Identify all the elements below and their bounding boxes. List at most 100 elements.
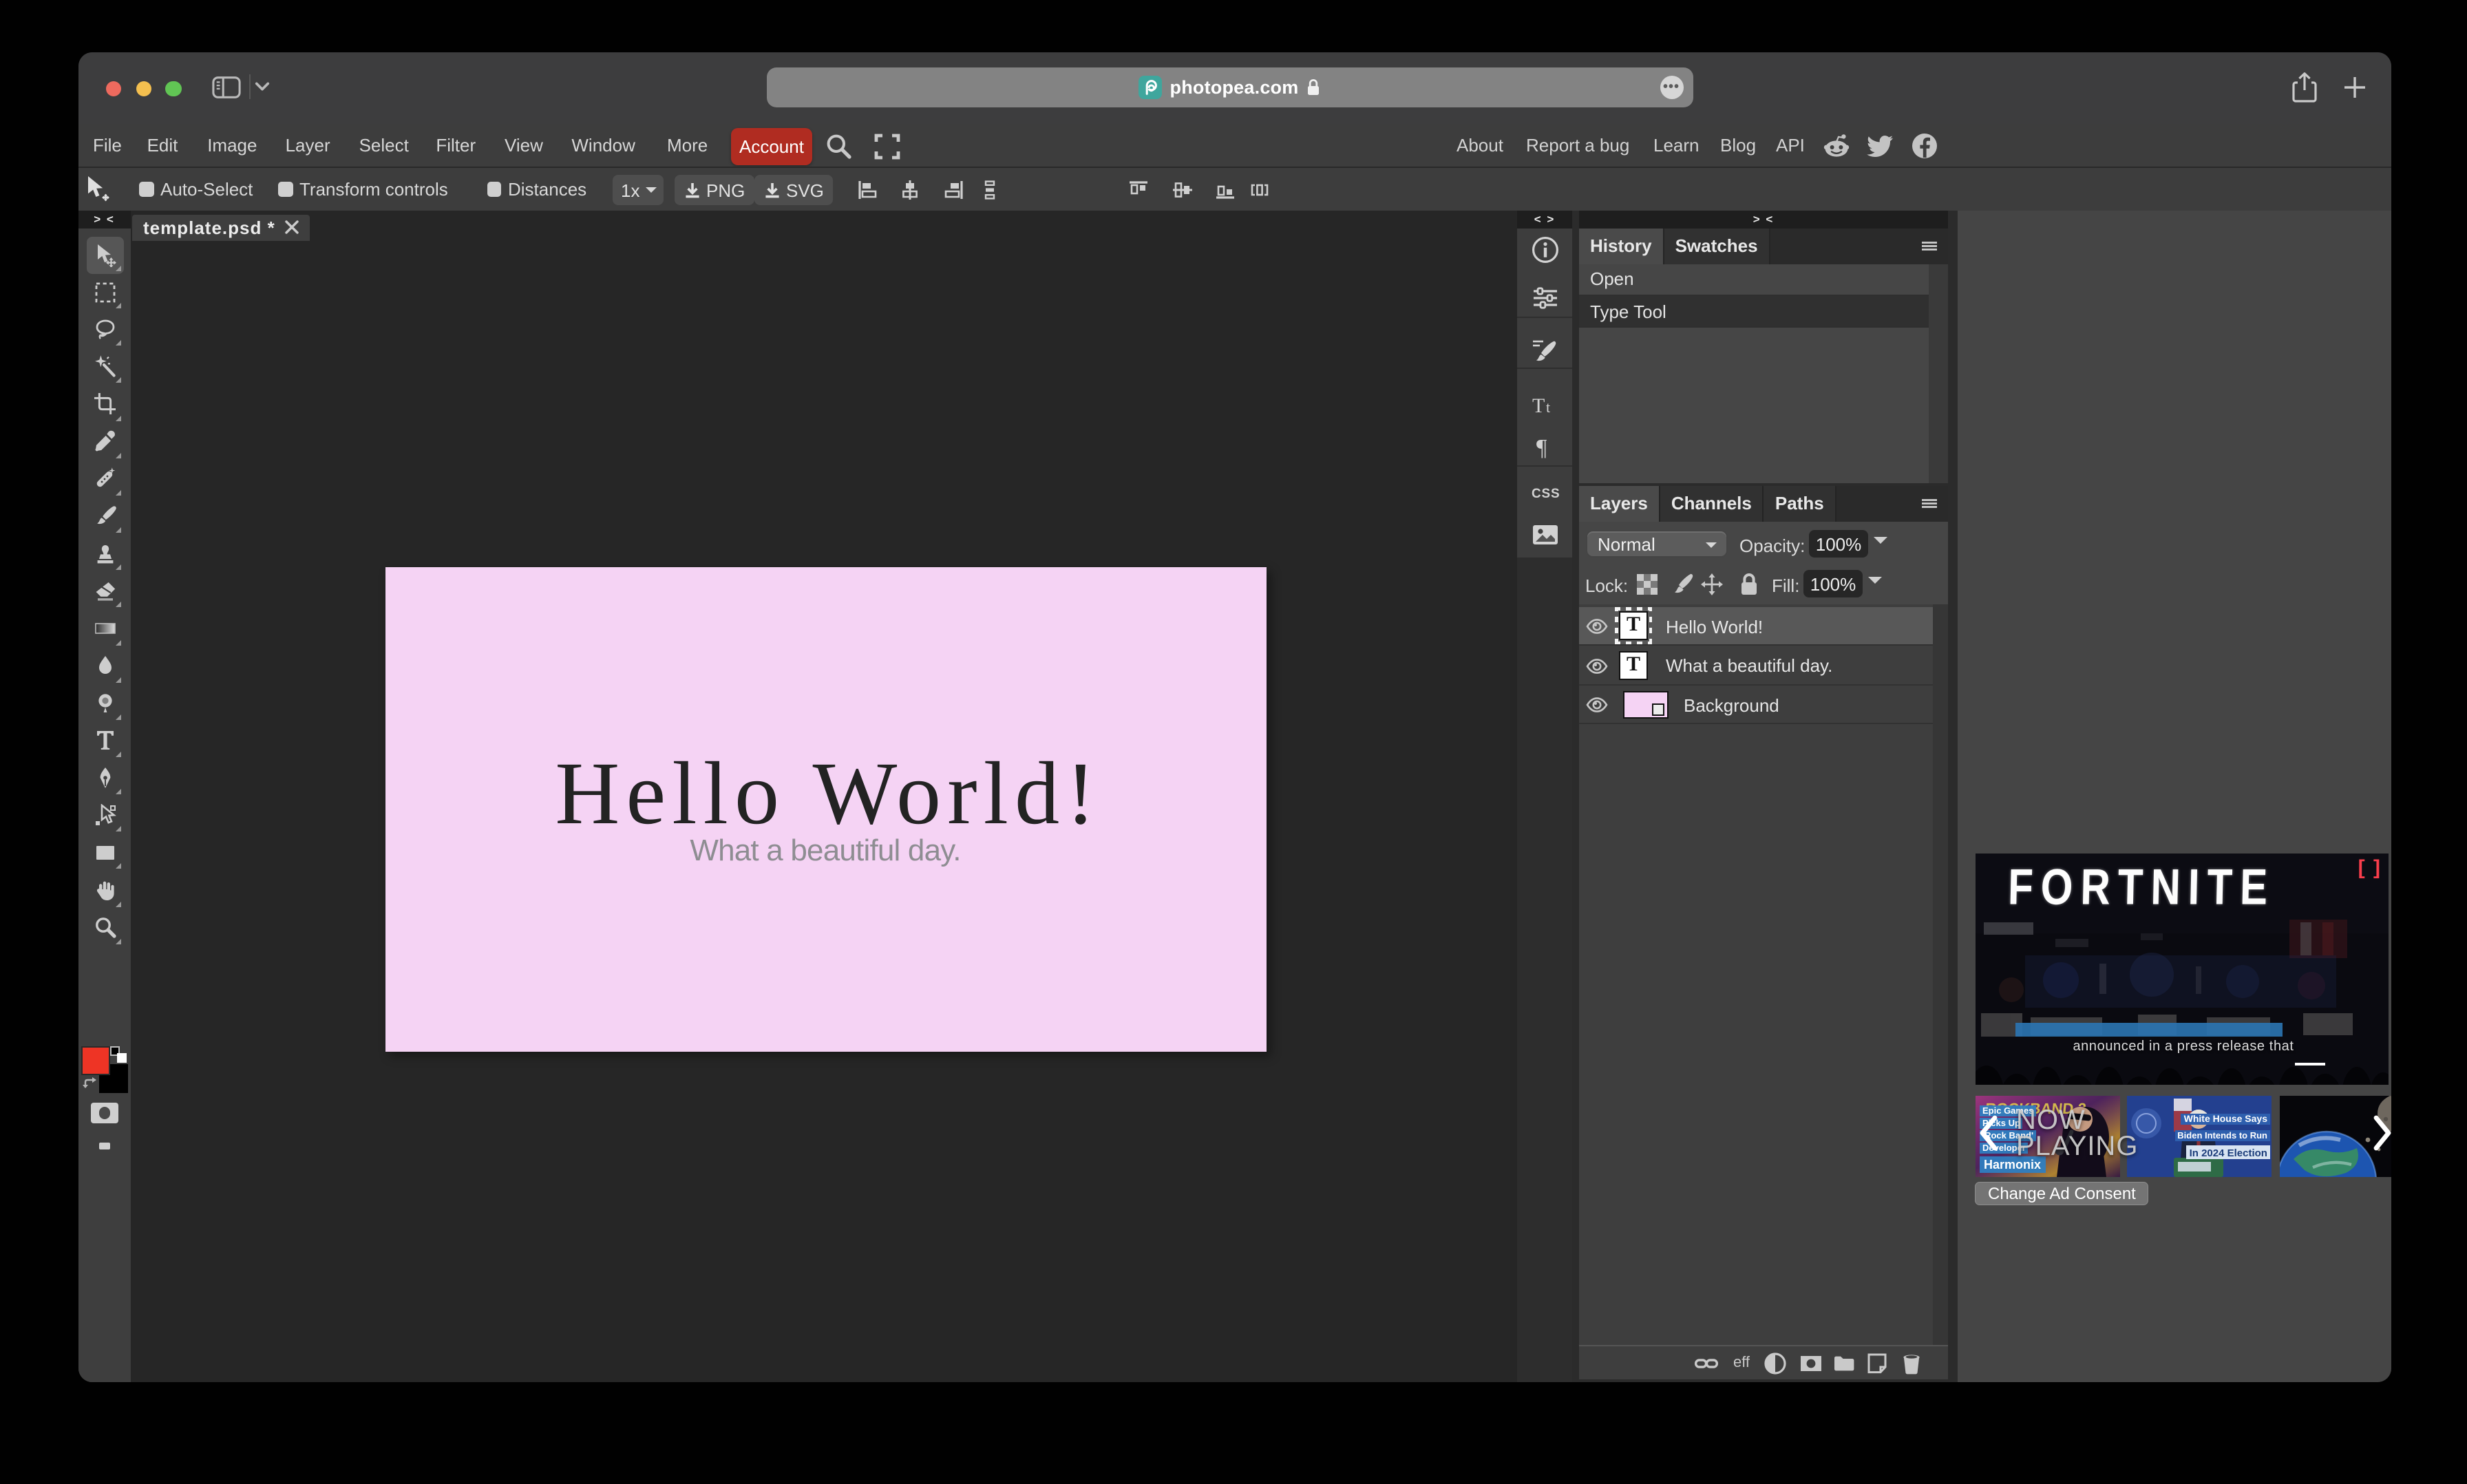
- layers-panel-menu-icon[interactable]: [1920, 486, 1938, 521]
- history-scrollbar[interactable]: [1929, 264, 1948, 483]
- document-canvas[interactable]: Hello World! What a beautiful day.: [385, 566, 1266, 1052]
- color-swatches[interactable]: [78, 1046, 131, 1103]
- adjustments-icon[interactable]: [1517, 274, 1572, 322]
- menu-select[interactable]: Select: [359, 124, 409, 167]
- group-icon[interactable]: [1832, 1351, 1855, 1375]
- type-tool[interactable]: [86, 722, 123, 759]
- export-svg-button[interactable]: SVG: [754, 175, 834, 205]
- eyedropper-tool[interactable]: [86, 423, 123, 460]
- menu-layer[interactable]: Layer: [286, 124, 330, 167]
- css-icon[interactable]: [1517, 467, 1572, 516]
- twitter-icon[interactable]: [1867, 131, 1894, 159]
- layers-scrollbar[interactable]: [1932, 604, 1948, 1344]
- close-window-button[interactable]: [105, 81, 121, 96]
- auto-select-checkbox[interactable]: [139, 182, 153, 196]
- ad-thumbnail-biden[interactable]: White House SaysBiden Intends to RunIn 2…: [2127, 1096, 2272, 1177]
- tab-paths[interactable]: Paths: [1764, 486, 1836, 521]
- menu-edit[interactable]: Edit: [147, 124, 178, 167]
- menu-view[interactable]: View: [505, 124, 543, 167]
- layer-visibility-icon[interactable]: [1586, 694, 1608, 716]
- lasso-tool[interactable]: [86, 311, 123, 348]
- zoom-window-button[interactable]: [165, 81, 181, 96]
- rectangle-select-tool[interactable]: [86, 273, 123, 310]
- distances-checkbox[interactable]: [487, 182, 501, 196]
- transform-controls-checkbox[interactable]: [278, 182, 293, 196]
- layer-visibility-icon[interactable]: [1586, 655, 1608, 677]
- move-tool[interactable]: [86, 236, 123, 273]
- history-panel-menu-icon[interactable]: [1920, 229, 1938, 264]
- link-about[interactable]: About: [1457, 124, 1503, 167]
- facebook-icon[interactable]: [1910, 131, 1938, 159]
- spot-healing-tool[interactable]: [86, 460, 123, 498]
- tab-history[interactable]: History: [1579, 229, 1664, 264]
- layer-row[interactable]: TWhat a beautiful day.: [1579, 646, 1932, 685]
- image-icon[interactable]: [1517, 511, 1572, 559]
- pen-tool[interactable]: [86, 759, 123, 796]
- opacity-slider-arrow[interactable]: [1873, 536, 1887, 550]
- link-blog[interactable]: Blog: [1720, 124, 1756, 167]
- align-bottom-icon[interactable]: [1215, 180, 1234, 200]
- toolbar-collapse-handle[interactable]: > <: [78, 211, 131, 229]
- rectangle-tool[interactable]: [86, 834, 123, 871]
- reddit-icon[interactable]: [1823, 131, 1850, 159]
- menu-image[interactable]: Image: [207, 124, 257, 167]
- tab-layers[interactable]: Layers: [1579, 486, 1660, 521]
- share-icon[interactable]: [2291, 72, 2316, 103]
- align-left-icon[interactable]: [858, 180, 877, 200]
- lock-move-icon[interactable]: [1699, 571, 1725, 597]
- clone-stamp-tool[interactable]: [86, 535, 123, 572]
- export-png-button[interactable]: PNG: [675, 175, 754, 205]
- align-middle-icon[interactable]: [1172, 180, 1192, 200]
- browser-titlebar[interactable]: photopea.com •••: [78, 52, 2391, 124]
- quick-mask-button[interactable]: [91, 1103, 118, 1123]
- fill-value[interactable]: 100%: [1803, 570, 1863, 597]
- document-tab[interactable]: template.psd *: [132, 214, 310, 241]
- opacity-value[interactable]: 100%: [1809, 530, 1868, 558]
- lock-transparency-icon[interactable]: [1633, 571, 1660, 597]
- menu-more[interactable]: More: [667, 124, 708, 167]
- minimize-window-button[interactable]: [136, 81, 151, 96]
- distribute-v-icon[interactable]: [980, 180, 999, 200]
- change-ad-consent-button[interactable]: Change Ad Consent: [1976, 1182, 2148, 1205]
- url-more-button[interactable]: •••: [1660, 75, 1683, 98]
- link-report-a-bug[interactable]: Report a bug: [1526, 124, 1629, 167]
- fill-slider-arrow[interactable]: [1867, 576, 1881, 590]
- carousel-next-icon[interactable]: [2371, 1115, 2391, 1151]
- account-button[interactable]: Account: [730, 128, 813, 165]
- layer-visibility-icon[interactable]: [1586, 615, 1608, 637]
- align-right-icon[interactable]: [944, 180, 963, 200]
- layer-row[interactable]: THello World!: [1579, 607, 1932, 646]
- gradient-tool[interactable]: [86, 610, 123, 647]
- foreground-color-swatch[interactable]: [81, 1046, 109, 1074]
- zoom-tool[interactable]: [86, 909, 123, 946]
- fullscreen-icon[interactable]: [873, 134, 900, 160]
- menu-window[interactable]: Window: [571, 124, 635, 167]
- blur-tool[interactable]: [86, 647, 123, 684]
- sidebar-toggle-icon[interactable]: [211, 75, 240, 98]
- adjustment-icon[interactable]: [1763, 1351, 1786, 1375]
- align-center-h-icon[interactable]: [900, 180, 920, 200]
- link-api[interactable]: API: [1776, 124, 1805, 167]
- carousel-prev-icon[interactable]: [1976, 1115, 1998, 1151]
- link-learn[interactable]: Learn: [1653, 124, 1700, 167]
- effects-label[interactable]: eff: [1730, 1351, 1753, 1375]
- tab-swatches[interactable]: Swatches: [1664, 229, 1770, 264]
- tab-channels[interactable]: Channels: [1660, 486, 1764, 521]
- chevron-down-icon[interactable]: [254, 81, 269, 92]
- close-tab-icon[interactable]: [285, 221, 299, 235]
- blend-mode-select[interactable]: Normal: [1585, 530, 1727, 558]
- link-layers-icon[interactable]: [1695, 1351, 1718, 1375]
- new-layer-icon[interactable]: [1865, 1351, 1888, 1375]
- distribute-h-icon[interactable]: [1250, 180, 1269, 200]
- ad-video[interactable]: FORTNITE [ ] announced in a press releas…: [1976, 853, 2389, 1085]
- new-tab-icon[interactable]: [2342, 76, 2366, 99]
- layer-row[interactable]: Background: [1579, 686, 1932, 724]
- url-bar[interactable]: photopea.com •••: [766, 67, 1693, 107]
- info-icon[interactable]: [1517, 225, 1572, 273]
- panels-collapse-handle[interactable]: > <: [1579, 211, 1948, 229]
- lock-all-icon[interactable]: [1735, 571, 1761, 597]
- crop-tool[interactable]: [86, 385, 123, 423]
- history-item[interactable]: Open: [1579, 264, 1929, 295]
- direct-select-tool[interactable]: [86, 797, 123, 834]
- brush-tool[interactable]: [86, 498, 123, 535]
